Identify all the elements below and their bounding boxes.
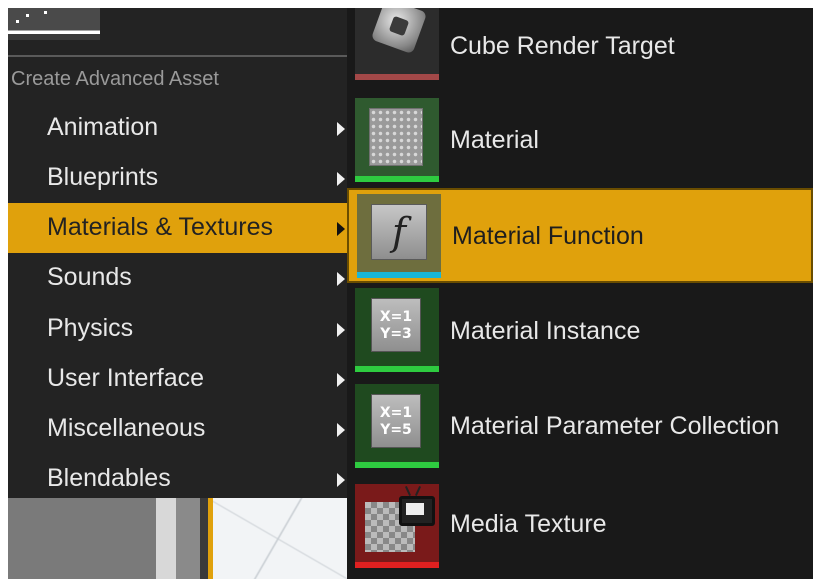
asset-item-material-instance[interactable]: X=1 Y=3 Material Instance	[347, 284, 813, 380]
submenu-arrow-icon	[337, 122, 345, 136]
menu-item-materials-textures[interactable]: Materials & Textures	[8, 203, 347, 253]
asset-item-media-texture[interactable]: Media Texture	[347, 476, 813, 572]
menu-item-label: Blendables	[47, 464, 171, 492]
menu-item-label: Animation	[47, 113, 159, 141]
section-header: Create Advanced Asset	[11, 68, 219, 90]
asset-item-label: Material Parameter Collection	[450, 412, 780, 440]
menu-item-physics[interactable]: Physics	[8, 304, 347, 354]
menu-item-blueprints[interactable]: Blueprints	[8, 153, 347, 203]
menu-item-label: Blueprints	[47, 163, 159, 191]
submenu-arrow-icon	[337, 172, 345, 186]
submenu-arrow-icon	[337, 272, 345, 286]
content-browser-background	[8, 498, 347, 579]
menu-separator	[8, 55, 347, 57]
menu-item-label: Materials & Textures	[47, 213, 274, 241]
material-instance-icon: X=1 Y=3	[355, 288, 439, 372]
material-function-icon: f	[357, 194, 441, 278]
asset-item-material[interactable]: Material	[347, 92, 813, 188]
asset-item-label: Material	[450, 126, 539, 154]
asset-item-material-function[interactable]: f Material Function	[347, 188, 813, 283]
cube-render-target-icon	[355, 8, 439, 80]
media-texture-icon	[355, 484, 439, 568]
menu-item-label: Miscellaneous	[47, 414, 206, 442]
menu-item-user-interface[interactable]: User Interface	[8, 354, 347, 404]
submenu-arrow-icon	[337, 373, 345, 387]
submenu-arrow-icon	[337, 323, 345, 337]
asset-item-label: Material Function	[452, 222, 644, 250]
context-menu: Create Advanced Asset Animation Blueprin…	[8, 8, 813, 579]
materials-submenu: Cube Render Target Material f Material F…	[347, 8, 813, 579]
menu-item-blendables[interactable]: Blendables	[8, 454, 347, 498]
menu-item-miscellaneous[interactable]: Miscellaneous	[8, 404, 347, 454]
submenu-arrow-icon	[337, 473, 345, 487]
asset-item-label: Media Texture	[450, 510, 607, 538]
asset-thumbnail	[8, 8, 100, 40]
menu-item-label: Sounds	[47, 263, 132, 291]
material-icon	[355, 98, 439, 182]
submenu-arrow-icon	[337, 222, 345, 236]
menu-item-label: User Interface	[47, 364, 205, 392]
asset-item-cube-render-target[interactable]: Cube Render Target	[347, 8, 813, 90]
asset-item-label: Material Instance	[450, 317, 641, 345]
submenu-arrow-icon	[337, 423, 345, 437]
material-parameter-collection-icon: X=1 Y=5	[355, 384, 439, 468]
menu-item-label: Physics	[47, 314, 134, 342]
asset-item-material-parameter-collection[interactable]: X=1 Y=5 Material Parameter Collection	[347, 380, 813, 476]
asset-item-label: Cube Render Target	[450, 32, 675, 60]
menu-item-animation[interactable]: Animation	[8, 103, 347, 153]
menu-item-sounds[interactable]: Sounds	[8, 253, 347, 303]
create-menu-panel: Create Advanced Asset Animation Blueprin…	[8, 8, 347, 579]
